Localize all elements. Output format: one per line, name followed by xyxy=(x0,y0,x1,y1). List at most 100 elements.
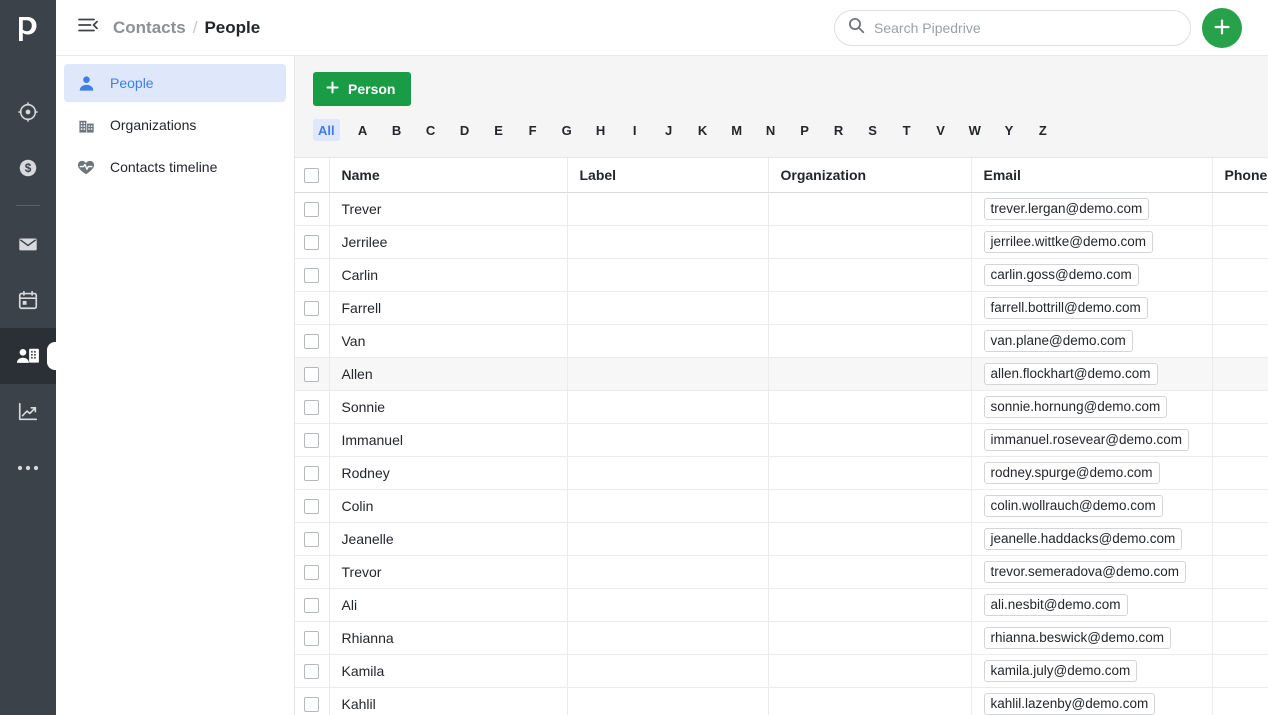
cell-label[interactable] xyxy=(567,489,769,523)
table-row[interactable]: Trevor trevor.semeradova@demo.com xyxy=(295,555,1268,589)
email-chip[interactable]: farrell.bottrill@demo.com xyxy=(983,296,1148,319)
cell-label[interactable] xyxy=(567,555,769,589)
cell-organization[interactable] xyxy=(768,423,972,457)
cell-organization[interactable] xyxy=(768,456,972,490)
row-checkbox[interactable] xyxy=(304,432,320,448)
cell-label[interactable] xyxy=(567,654,769,688)
add-person-button[interactable]: Person xyxy=(313,72,412,106)
email-chip[interactable]: rodney.spurge@demo.com xyxy=(983,461,1160,484)
cell-phone[interactable] xyxy=(1212,357,1268,391)
row-checkbox[interactable] xyxy=(304,366,320,382)
table-row[interactable]: Rhianna rhianna.beswick@demo.com xyxy=(295,621,1268,655)
rail-item-insights[interactable] xyxy=(0,384,56,440)
search-input[interactable] xyxy=(874,20,1176,36)
cell-phone[interactable] xyxy=(1212,192,1268,226)
table-row[interactable]: Jerrilee jerrilee.wittke@demo.com xyxy=(295,225,1268,259)
cell-name[interactable]: Trever xyxy=(329,192,568,226)
cell-label[interactable] xyxy=(567,324,769,358)
alpha-filter-c[interactable]: C xyxy=(420,119,442,141)
cell-organization[interactable] xyxy=(768,489,972,523)
alpha-filter-h[interactable]: H xyxy=(590,119,612,141)
email-chip[interactable]: rhianna.beswick@demo.com xyxy=(983,626,1172,649)
cell-label[interactable] xyxy=(567,621,769,655)
cell-label[interactable] xyxy=(567,456,769,490)
cell-phone[interactable] xyxy=(1212,258,1268,292)
cell-name[interactable]: Trevor xyxy=(329,555,568,589)
cell-organization[interactable] xyxy=(768,555,972,589)
row-checkbox[interactable] xyxy=(304,696,320,712)
cell-name[interactable]: Jeanelle xyxy=(329,522,568,556)
cell-phone[interactable] xyxy=(1212,522,1268,556)
cell-organization[interactable] xyxy=(768,390,972,424)
email-chip[interactable]: kahlil.lazenby@demo.com xyxy=(983,692,1156,715)
cell-label[interactable] xyxy=(567,225,769,259)
email-chip[interactable]: trevor.semeradova@demo.com xyxy=(983,560,1187,583)
table-row[interactable]: Jeanelle jeanelle.haddacks@demo.com xyxy=(295,522,1268,556)
subnav-item-contacts-timeline[interactable]: Contacts timeline xyxy=(64,148,286,186)
row-checkbox[interactable] xyxy=(304,564,320,580)
alpha-filter-i[interactable]: I xyxy=(624,119,646,141)
table-row[interactable]: Kahlil kahlil.lazenby@demo.com xyxy=(295,687,1268,715)
email-chip[interactable]: carlin.goss@demo.com xyxy=(983,263,1139,286)
cell-phone[interactable] xyxy=(1212,687,1268,715)
row-checkbox[interactable] xyxy=(304,630,320,646)
cell-name[interactable]: Colin xyxy=(329,489,568,523)
row-checkbox[interactable] xyxy=(304,300,320,316)
email-chip[interactable]: trever.lergan@demo.com xyxy=(983,197,1150,220)
alpha-filter-all[interactable]: All xyxy=(313,119,340,141)
column-header-label[interactable]: Label xyxy=(567,158,769,193)
cell-phone[interactable] xyxy=(1212,291,1268,325)
row-checkbox[interactable] xyxy=(304,234,320,250)
cell-name[interactable]: Farrell xyxy=(329,291,568,325)
row-checkbox[interactable] xyxy=(304,465,320,481)
table-row[interactable]: Farrell farrell.bottrill@demo.com xyxy=(295,291,1268,325)
cell-label[interactable] xyxy=(567,687,769,715)
table-row[interactable]: Carlin carlin.goss@demo.com xyxy=(295,258,1268,292)
subnav-item-organizations[interactable]: Organizations xyxy=(64,106,286,144)
cell-name[interactable]: Carlin xyxy=(329,258,568,292)
cell-name[interactable]: Immanuel xyxy=(329,423,568,457)
cell-phone[interactable] xyxy=(1212,225,1268,259)
rail-item-mail[interactable] xyxy=(0,216,56,272)
column-header-phone[interactable]: Phone xyxy=(1212,158,1268,193)
alpha-filter-v[interactable]: V xyxy=(930,119,952,141)
breadcrumb-parent[interactable]: Contacts xyxy=(113,18,186,38)
alpha-filter-b[interactable]: B xyxy=(386,119,408,141)
add-new-button[interactable] xyxy=(1202,8,1242,48)
cell-label[interactable] xyxy=(567,423,769,457)
alpha-filter-m[interactable]: M xyxy=(726,119,748,141)
column-header-email[interactable]: Email xyxy=(971,158,1213,193)
cell-phone[interactable] xyxy=(1212,489,1268,523)
pipedrive-logo[interactable] xyxy=(0,0,56,56)
alpha-filter-d[interactable]: D xyxy=(454,119,476,141)
email-chip[interactable]: sonnie.hornung@demo.com xyxy=(983,395,1168,418)
cell-name[interactable]: Van xyxy=(329,324,568,358)
cell-phone[interactable] xyxy=(1212,555,1268,589)
alpha-filter-n[interactable]: N xyxy=(760,119,782,141)
cell-organization[interactable] xyxy=(768,654,972,688)
cell-organization[interactable] xyxy=(768,192,972,226)
table-row[interactable]: Sonnie sonnie.hornung@demo.com xyxy=(295,390,1268,424)
email-chip[interactable]: allen.flockhart@demo.com xyxy=(983,362,1158,385)
email-chip[interactable]: immanuel.rosevear@demo.com xyxy=(983,428,1190,451)
alpha-filter-w[interactable]: W xyxy=(964,119,986,141)
alpha-filter-p[interactable]: P xyxy=(794,119,816,141)
email-chip[interactable]: jeanelle.haddacks@demo.com xyxy=(983,527,1183,550)
alpha-filter-e[interactable]: E xyxy=(488,119,510,141)
email-chip[interactable]: jerrilee.wittke@demo.com xyxy=(983,230,1154,253)
table-row[interactable]: Kamila kamila.july@demo.com xyxy=(295,654,1268,688)
table-row[interactable]: Van van.plane@demo.com xyxy=(295,324,1268,358)
alpha-filter-a[interactable]: A xyxy=(352,119,374,141)
row-checkbox[interactable] xyxy=(304,663,320,679)
cell-name[interactable]: Ali xyxy=(329,588,568,622)
rail-item-activities[interactable] xyxy=(0,272,56,328)
row-checkbox[interactable] xyxy=(304,267,320,283)
subnav-item-people[interactable]: People xyxy=(64,64,286,102)
search-box[interactable] xyxy=(834,10,1191,46)
alpha-filter-j[interactable]: J xyxy=(658,119,680,141)
column-header-name[interactable]: Name xyxy=(329,158,568,193)
cell-name[interactable]: Sonnie xyxy=(329,390,568,424)
cell-phone[interactable] xyxy=(1212,456,1268,490)
table-row[interactable]: Trever trever.lergan@demo.com xyxy=(295,192,1268,226)
cell-organization[interactable] xyxy=(768,225,972,259)
